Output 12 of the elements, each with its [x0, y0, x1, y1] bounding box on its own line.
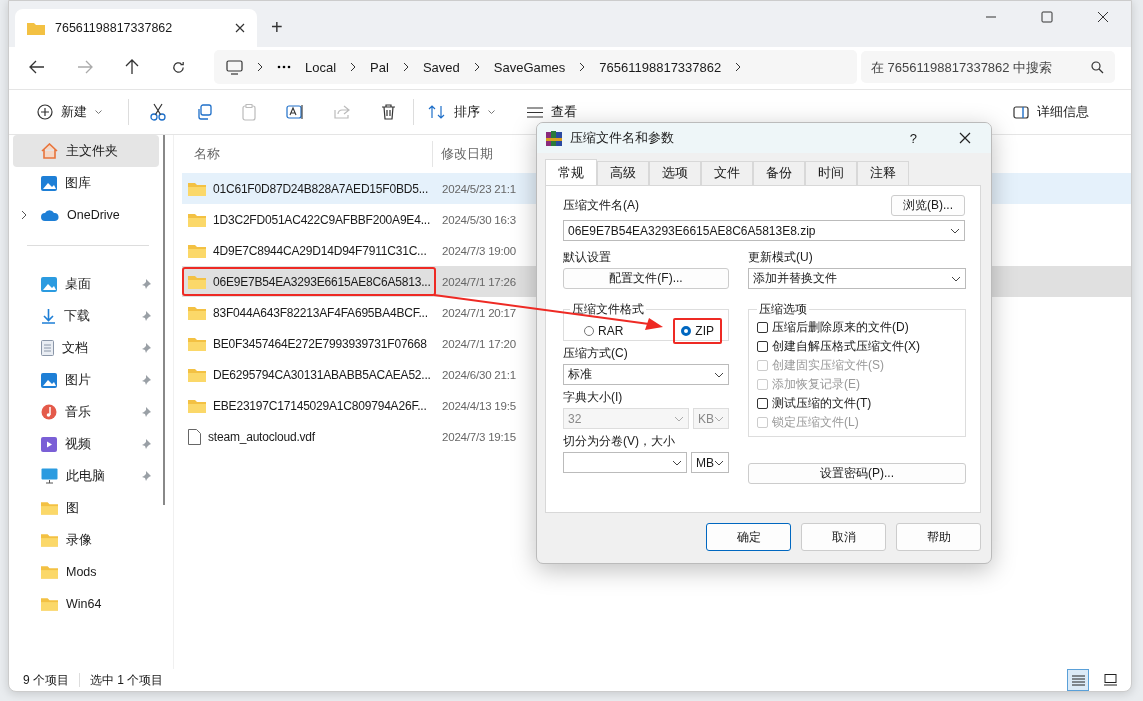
dialog-title: 压缩文件名和参数 — [570, 129, 674, 147]
status-text: 9 个项目 — [23, 671, 69, 689]
field-label: 更新模式(U) — [748, 249, 814, 266]
field-label: 字典大小(I) — [563, 389, 624, 406]
field-label: 压缩文件名(A) — [563, 197, 639, 214]
field-label: 压缩方式(C) — [563, 345, 629, 362]
field-label: 默认设置 — [563, 249, 612, 266]
group-label: 压缩选项 — [758, 301, 808, 318]
group-label: 压缩文件格式 — [571, 301, 645, 318]
tab-title: 76561198817337862 — [55, 21, 174, 35]
field-label: 切分为分卷(V)，大小 — [563, 433, 676, 450]
status-text: 选中 1 个项目 — [90, 671, 164, 689]
